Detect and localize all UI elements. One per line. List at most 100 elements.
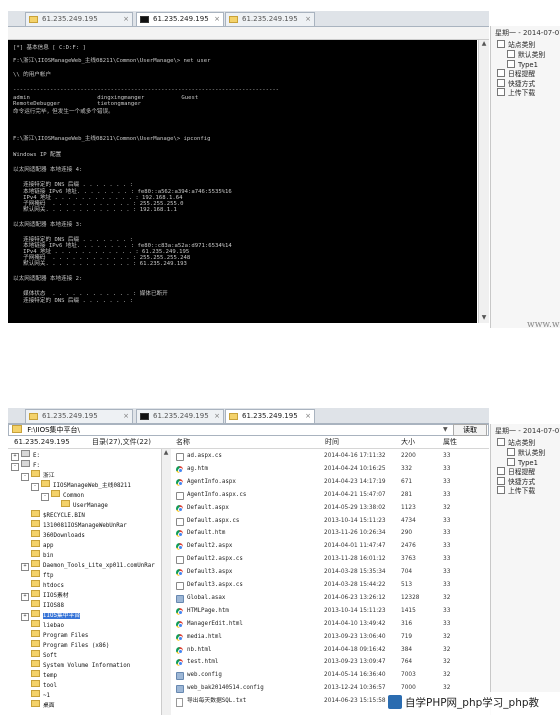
file-row[interactable]: Global.asax 2014-06-23 13:26:12 12328 32: [171, 592, 489, 605]
tree-node[interactable]: ~1: [21, 690, 50, 699]
tree-scroll-up-icon[interactable]: ▲: [162, 449, 170, 457]
terminal-console[interactable]: [*] 基本信息 [ C:D:F: ] F:\浙江\IIOSManageWeb_主…: [8, 40, 477, 323]
file-row[interactable]: AgentInfo.aspx 2014-04-23 14:17:19 671 33: [171, 476, 489, 489]
panel-item[interactable]: 站点类别: [497, 40, 535, 49]
tree-node[interactable]: 1310081IOSManageWebUnRar: [21, 520, 127, 529]
tree-node[interactable]: Soft: [21, 650, 57, 659]
path-dropdown-icon[interactable]: ▼: [443, 425, 448, 435]
file-row[interactable]: nb.html 2014-04-18 09:16:42 384 32: [171, 644, 489, 657]
column-time[interactable]: 时间: [325, 437, 339, 448]
tree-node[interactable]: + IIOS集中平台: [21, 610, 81, 621]
column-name[interactable]: 名称: [176, 437, 190, 448]
terminal-scrollbar[interactable]: ▲ ▼: [478, 40, 489, 323]
column-attr[interactable]: 属性: [443, 437, 457, 448]
file-time: 2013-10-14 15:11:23: [324, 607, 386, 614]
tree-scrollbar[interactable]: ▲: [161, 449, 171, 715]
tree-node[interactable]: 桌面: [21, 700, 55, 709]
tree-node[interactable]: - 浙江: [21, 470, 55, 481]
panel-item[interactable]: 上传下载: [497, 88, 535, 97]
tree-node[interactable]: app: [21, 540, 53, 549]
expand-toggle-icon[interactable]: -: [41, 493, 49, 501]
tab-1[interactable]: 61.235.249.195 ×: [136, 409, 224, 423]
file-row[interactable]: Default2.aspx 2014-04-01 11:47:47 2476 33: [171, 540, 489, 553]
read-button[interactable]: 读取: [453, 424, 487, 436]
tab-close-icon[interactable]: ×: [123, 13, 129, 26]
file-row[interactable]: test.html 2013-09-23 13:09:47 764 32: [171, 656, 489, 669]
folder-tree[interactable]: + E: - F: - 浙江 - IIOSManageWeb_主线08211- Common Us…: [8, 449, 162, 715]
tree-node[interactable]: Program Files (x86): [21, 640, 109, 649]
tree-node[interactable]: - F:: [11, 460, 40, 471]
panel-item[interactable]: Type1: [507, 458, 538, 467]
checkbox-icon[interactable]: [507, 50, 515, 58]
expand-icon[interactable]: [497, 40, 505, 48]
tree-node[interactable]: + Daemon_Tools_Lite_xp011.comUnRar: [21, 560, 155, 571]
panel-item[interactable]: 上传下载: [497, 486, 535, 495]
expand-toggle-icon[interactable]: -: [11, 463, 19, 471]
file-row[interactable]: Default.aspx.cs 2013-10-14 15:11:23 4734 33: [171, 515, 489, 528]
panel-item[interactable]: 日程提醒: [497, 69, 535, 78]
file-row[interactable]: web.config 2014-05-14 16:36:40 7003 32: [171, 669, 489, 682]
tree-node[interactable]: System Volume Information: [21, 660, 130, 669]
tab-close-icon[interactable]: ×: [305, 410, 311, 423]
tree-node[interactable]: Program Files: [21, 630, 88, 639]
tree-node[interactable]: tool: [21, 680, 57, 689]
expand-icon[interactable]: [497, 438, 505, 446]
tab-close-icon[interactable]: ×: [305, 13, 311, 26]
file-row[interactable]: ManagerEdit.html 2014-04-10 13:49:42 316 33: [171, 618, 489, 631]
file-row[interactable]: Default3.aspx.cs 2014-03-28 15:44:22 513 33: [171, 579, 489, 592]
tree-node[interactable]: UserManage: [51, 500, 108, 509]
file-row[interactable]: ag.htm 2014-04-24 10:16:25 332 33: [171, 463, 489, 476]
expand-icon[interactable]: [497, 467, 505, 475]
panel-item[interactable]: 站点类别: [497, 438, 535, 447]
path-input[interactable]: F:\IIOS集中平台\ ▼: [8, 424, 489, 436]
tree-node[interactable]: bin: [21, 550, 53, 559]
scroll-up-icon[interactable]: ▲: [480, 40, 488, 48]
tree-node[interactable]: $RECYCLE.BIN: [21, 510, 85, 519]
scroll-down-icon[interactable]: ▼: [480, 314, 488, 322]
expand-toggle-icon[interactable]: -: [31, 483, 39, 491]
checkbox-icon[interactable]: [507, 60, 515, 68]
expand-icon[interactable]: [497, 79, 505, 87]
tree-node[interactable]: temp: [21, 670, 57, 679]
tree-node[interactable]: htdocs: [21, 580, 64, 589]
tree-node[interactable]: 360Downloads: [21, 530, 85, 539]
column-size[interactable]: 大小: [401, 437, 415, 448]
expand-icon[interactable]: [497, 477, 505, 485]
panel-item[interactable]: 默认类别: [507, 448, 545, 457]
tree-node[interactable]: - Common: [41, 490, 84, 501]
tab-close-icon[interactable]: ×: [214, 13, 220, 26]
tab-close-icon[interactable]: ×: [123, 410, 129, 423]
file-row[interactable]: HTMLPage.htm 2013-10-14 15:11:23 1415 33: [171, 605, 489, 618]
panel-item[interactable]: Type1: [507, 60, 538, 69]
tree-node[interactable]: ftp: [21, 570, 53, 579]
tree-node[interactable]: - IIOSManageWeb_主线08211: [31, 480, 131, 491]
tab-2[interactable]: 61.235.249.195 ×: [225, 409, 315, 423]
tree-node[interactable]: liebao: [21, 620, 64, 629]
panel-item[interactable]: 默认类别: [507, 50, 545, 59]
file-row[interactable]: Default.htm 2013-11-26 10:26:34 290 33: [171, 527, 489, 540]
tree-node[interactable]: IIOS88: [21, 600, 64, 609]
tree-node[interactable]: + IIOS素材: [21, 590, 69, 601]
panel-item[interactable]: 快捷方式: [497, 477, 535, 486]
expand-icon[interactable]: [497, 486, 505, 494]
checkbox-icon[interactable]: [507, 458, 515, 466]
tab-0[interactable]: 61.235.249.195 ×: [25, 409, 133, 423]
tab-close-icon[interactable]: ×: [214, 410, 220, 423]
tab-0[interactable]: 61.235.249.195 ×: [25, 12, 133, 26]
checkbox-icon[interactable]: [507, 448, 515, 456]
expand-icon[interactable]: [497, 69, 505, 77]
tree-node[interactable]: + E:: [11, 450, 40, 461]
file-row[interactable]: AgentInfo.aspx.cs 2014-04-21 15:47:07 281 3…: [171, 489, 489, 502]
expand-toggle-icon[interactable]: -: [21, 473, 29, 481]
file-row[interactable]: Default3.aspx 2014-03-28 15:35:34 704 33: [171, 566, 489, 579]
tab-1[interactable]: 61.235.249.195 ×: [136, 12, 224, 26]
file-row[interactable]: ad.aspx.cs 2014-04-16 17:11:32 2200 33: [171, 450, 489, 463]
file-row[interactable]: media.html 2013-09-23 13:06:40 719 32: [171, 631, 489, 644]
panel-item[interactable]: 快捷方式: [497, 79, 535, 88]
panel-item[interactable]: 日程提醒: [497, 467, 535, 476]
tab-2[interactable]: 61.235.249.195 ×: [225, 12, 315, 26]
file-row[interactable]: Default.aspx 2014-05-29 13:38:02 1123 32: [171, 502, 489, 515]
file-row[interactable]: Default2.aspx.cs 2013-11-28 16:01:12 3763 3…: [171, 553, 489, 566]
file-list[interactable]: ad.aspx.cs 2014-04-16 17:11:32 2200 33 ag.ht…: [171, 449, 489, 715]
expand-icon[interactable]: [497, 88, 505, 96]
